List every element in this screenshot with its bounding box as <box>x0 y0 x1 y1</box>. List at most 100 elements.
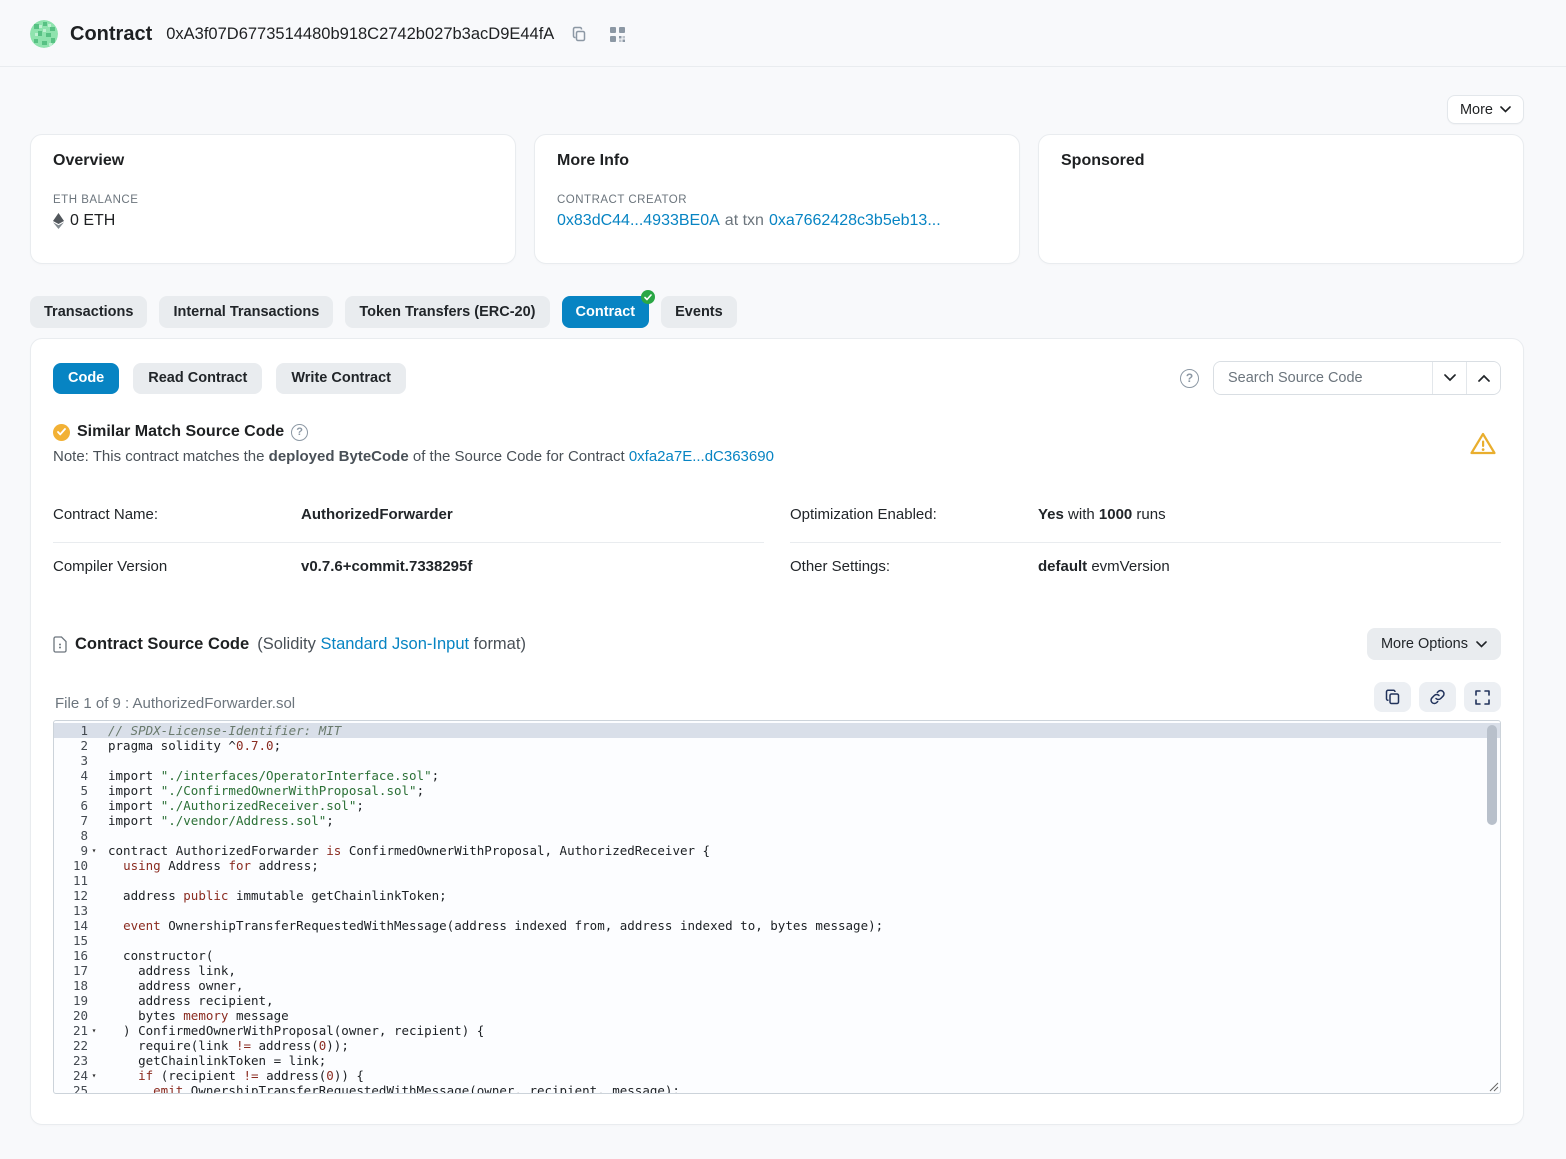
similar-match-check-icon <box>53 424 70 441</box>
file-info: File 1 of 9 : AuthorizedForwarder.sol <box>53 695 295 712</box>
source-search-group <box>1213 361 1501 395</box>
code-line-21: 21▾ ) ConfirmedOwnerWithProposal(owner, … <box>54 1023 1500 1038</box>
contract-name-label: Contract Name: <box>53 506 301 523</box>
other-settings-value: default evmVersion <box>1038 558 1170 575</box>
more-button[interactable]: More <box>1447 95 1524 124</box>
search-next-button[interactable] <box>1432 362 1466 394</box>
eth-balance-label: ETH BALANCE <box>53 194 493 206</box>
similar-match-question-icon[interactable]: ? <box>291 424 308 441</box>
more-button-label: More <box>1460 102 1493 118</box>
code-line-15: 15 <box>54 933 1500 948</box>
meta-right-column: Optimization Enabled: Yes with 1000 runs… <box>790 491 1501 594</box>
code-line-18: 18 address owner, <box>54 978 1500 993</box>
tab-contract-label: Contract <box>576 304 636 320</box>
more-options-label: More Options <box>1381 636 1468 652</box>
contract-name-value: AuthorizedForwarder <box>301 506 453 523</box>
chevron-down-icon <box>1500 106 1511 113</box>
other-settings-label: Other Settings: <box>790 558 1038 575</box>
more-info-title: More Info <box>557 152 997 170</box>
tab-contract[interactable]: Contract <box>562 296 650 328</box>
search-source-input[interactable] <box>1214 362 1432 394</box>
json-input-link[interactable]: Standard Json-Input <box>320 635 469 653</box>
summary-cards: Overview ETH BALANCE 0 ETH More Info CON… <box>30 134 1524 264</box>
code-line-24: 24▾ if (recipient != address(0)) { <box>54 1068 1500 1083</box>
tab-token-transfers[interactable]: Token Transfers (ERC-20) <box>345 296 549 328</box>
matched-contract-link[interactable]: 0xfa2a7E...dC363690 <box>629 448 774 465</box>
tab-transactions[interactable]: Transactions <box>30 296 147 328</box>
code-line-14: 14 event OwnershipTransferRequestedWithM… <box>54 918 1500 933</box>
source-code-heading: Contract Source Code (Solidity Standard … <box>53 635 526 654</box>
page-header: Contract 0xA3f07D6773514480b918C2742b027… <box>0 0 1566 67</box>
code-line-13: 13 <box>54 903 1500 918</box>
qr-code-icon[interactable] <box>604 21 630 47</box>
creator-address-link[interactable]: 0x83dC44...4933BE0A <box>557 212 720 230</box>
code-line-20: 20 bytes memory message <box>54 1008 1500 1023</box>
optimization-row: Optimization Enabled: Yes with 1000 runs <box>790 491 1501 543</box>
link-icon[interactable] <box>1419 682 1456 712</box>
code-line-3: 3 <box>54 753 1500 768</box>
code-line-4: 4import "./interfaces/OperatorInterface.… <box>54 768 1500 783</box>
subtab-code[interactable]: Code <box>53 363 119 394</box>
code-line-6: 6import "./AuthorizedReceiver.sol"; <box>54 798 1500 813</box>
eth-balance-value: 0 ETH <box>70 212 115 230</box>
code-line-10: 10 using Address for address; <box>54 858 1500 873</box>
subtab-read-contract[interactable]: Read Contract <box>133 363 262 394</box>
copy-source-icon[interactable] <box>1374 682 1411 712</box>
code-line-9: 9▾contract AuthorizedForwarder is Confir… <box>54 843 1500 858</box>
source-code-editor[interactable]: 1// SPDX-License-Identifier: MIT2pragma … <box>53 720 1501 1094</box>
topbar: More <box>0 67 1566 124</box>
code-actions <box>1374 682 1501 712</box>
code-line-12: 12 address public immutable getChainlink… <box>54 888 1500 903</box>
creation-txn-link[interactable]: 0xa7662428c3b5eb13... <box>769 212 941 230</box>
help-question-icon[interactable]: ? <box>1180 369 1199 388</box>
code-line-11: 11 <box>54 873 1500 888</box>
more-options-button[interactable]: More Options <box>1367 628 1501 660</box>
subtab-write-contract[interactable]: Write Contract <box>276 363 406 394</box>
code-line-23: 23 getChainlinkToken = link; <box>54 1053 1500 1068</box>
tab-events[interactable]: Events <box>661 296 737 328</box>
code-line-16: 16 constructor( <box>54 948 1500 963</box>
optimization-value: Yes with 1000 runs <box>1038 506 1166 523</box>
code-line-7: 7import "./vendor/Address.sol"; <box>54 813 1500 828</box>
resize-handle-icon[interactable] <box>1489 1082 1499 1092</box>
verified-check-icon <box>641 290 655 304</box>
warning-triangle-icon[interactable] <box>1469 431 1497 456</box>
contract-name-row: Contract Name: AuthorizedForwarder <box>53 491 764 543</box>
code-lines: 1// SPDX-License-Identifier: MIT2pragma … <box>54 723 1500 1094</box>
more-info-card: More Info CONTRACT CREATOR 0x83dC44...49… <box>534 134 1020 264</box>
sponsored-card: Sponsored <box>1038 134 1524 264</box>
expand-icon[interactable] <box>1464 682 1501 712</box>
eth-diamond-icon <box>53 213 64 229</box>
overview-title: Overview <box>53 152 493 170</box>
code-line-17: 17 address link, <box>54 963 1500 978</box>
similar-match-note: Note: This contract matches the deployed… <box>53 448 774 465</box>
similar-match-title: Similar Match Source Code <box>77 423 284 441</box>
contract-creator-label: CONTRACT CREATOR <box>557 194 997 206</box>
main-tabs: Transactions Internal Transactions Token… <box>30 296 1536 328</box>
tab-internal-transactions[interactable]: Internal Transactions <box>159 296 333 328</box>
contract-meta: Contract Name: AuthorizedForwarder Compi… <box>53 491 1501 594</box>
optimization-label: Optimization Enabled: <box>790 506 1038 523</box>
compiler-version-value: v0.7.6+commit.7338295f <box>301 558 472 575</box>
source-code-title: Contract Source Code <box>75 635 249 654</box>
overview-card: Overview ETH BALANCE 0 ETH <box>30 134 516 264</box>
search-prev-button[interactable] <box>1466 362 1500 394</box>
sponsored-title: Sponsored <box>1061 152 1501 170</box>
code-line-19: 19 address recipient, <box>54 993 1500 1008</box>
contract-avatar-icon <box>30 20 58 48</box>
chevron-down-icon <box>1476 641 1487 648</box>
other-settings-row: Other Settings: default evmVersion <box>790 543 1501 594</box>
code-line-5: 5import "./ConfirmedOwnerWithProposal.so… <box>54 783 1500 798</box>
copy-address-icon[interactable] <box>566 21 592 47</box>
code-line-25: 25 emit OwnershipTransferRequestedWithMe… <box>54 1083 1500 1094</box>
meta-left-column: Contract Name: AuthorizedForwarder Compi… <box>53 491 764 594</box>
contract-panel: Code Read Contract Write Contract ? <box>30 338 1524 1125</box>
compiler-version-row: Compiler Version v0.7.6+commit.7338295f <box>53 543 764 594</box>
page-title: Contract <box>70 23 152 46</box>
compiler-version-label: Compiler Version <box>53 558 301 575</box>
code-line-2: 2pragma solidity ^0.7.0; <box>54 738 1500 753</box>
editor-scrollbar[interactable] <box>1487 725 1497 825</box>
contract-subtabs: Code Read Contract Write Contract <box>53 363 406 394</box>
code-line-1: 1// SPDX-License-Identifier: MIT <box>54 723 1500 738</box>
code-line-8: 8 <box>54 828 1500 843</box>
